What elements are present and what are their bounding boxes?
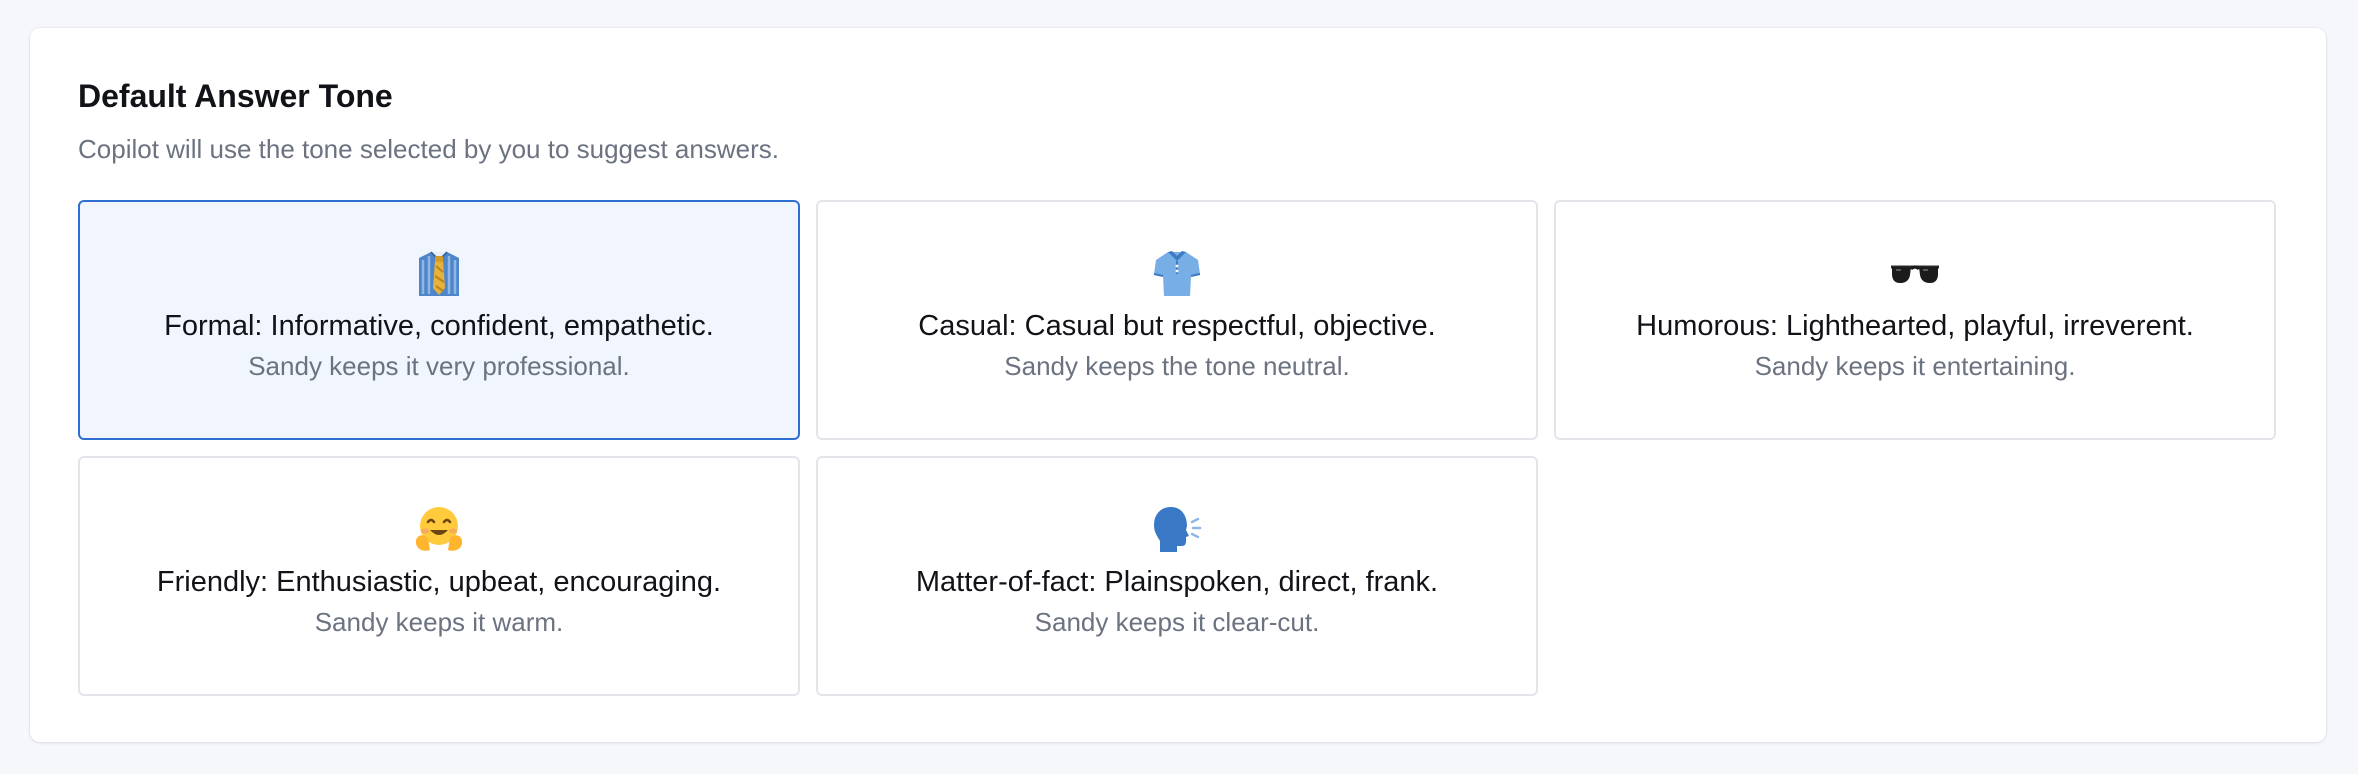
tone-card-humorous[interactable]: Humorous: Lighthearted, playful, irrever… <box>1554 200 2276 440</box>
sunglasses-icon <box>1888 246 1942 300</box>
tone-description: Sandy keeps it entertaining. <box>1754 351 2076 382</box>
tone-description: Sandy keeps it very professional. <box>248 351 630 382</box>
tone-title: Humorous: Lighthearted, playful, irrever… <box>1636 310 2194 342</box>
tone-title: Matter-of-fact: Plainspoken, direct, fra… <box>915 566 1439 598</box>
tone-card-formal[interactable]: Formal: Informative, confident, empathet… <box>78 200 800 440</box>
section-subtitle: Copilot will use the tone selected by yo… <box>78 134 779 164</box>
section-title: Default Answer Tone <box>78 78 393 114</box>
tone-title: Friendly: Enthusiastic, upbeat, encourag… <box>156 566 722 598</box>
hugging-face-icon <box>412 502 466 556</box>
polo-shirt-icon <box>1150 246 1204 300</box>
tone-description: Sandy keeps it warm. <box>314 607 564 638</box>
tone-options-grid: Formal: Informative, confident, empathet… <box>78 200 2276 696</box>
answer-tone-panel: Default Answer Tone Copilot will use the… <box>30 28 2326 742</box>
tone-title: Formal: Informative, confident, empathet… <box>164 310 714 342</box>
necktie-shirt-icon <box>412 246 466 300</box>
speaking-head-icon <box>1150 502 1204 556</box>
tone-card-casual[interactable]: Casual: Casual but respectful, objective… <box>816 200 1538 440</box>
tone-description: Sandy keeps it clear-cut. <box>1034 607 1320 638</box>
tone-description: Sandy keeps the tone neutral. <box>1004 351 1350 382</box>
tone-card-matter-of-fact[interactable]: Matter-of-fact: Plainspoken, direct, fra… <box>816 456 1538 696</box>
tone-title: Casual: Casual but respectful, objective… <box>918 310 1436 342</box>
tone-card-friendly[interactable]: Friendly: Enthusiastic, upbeat, encourag… <box>78 456 800 696</box>
